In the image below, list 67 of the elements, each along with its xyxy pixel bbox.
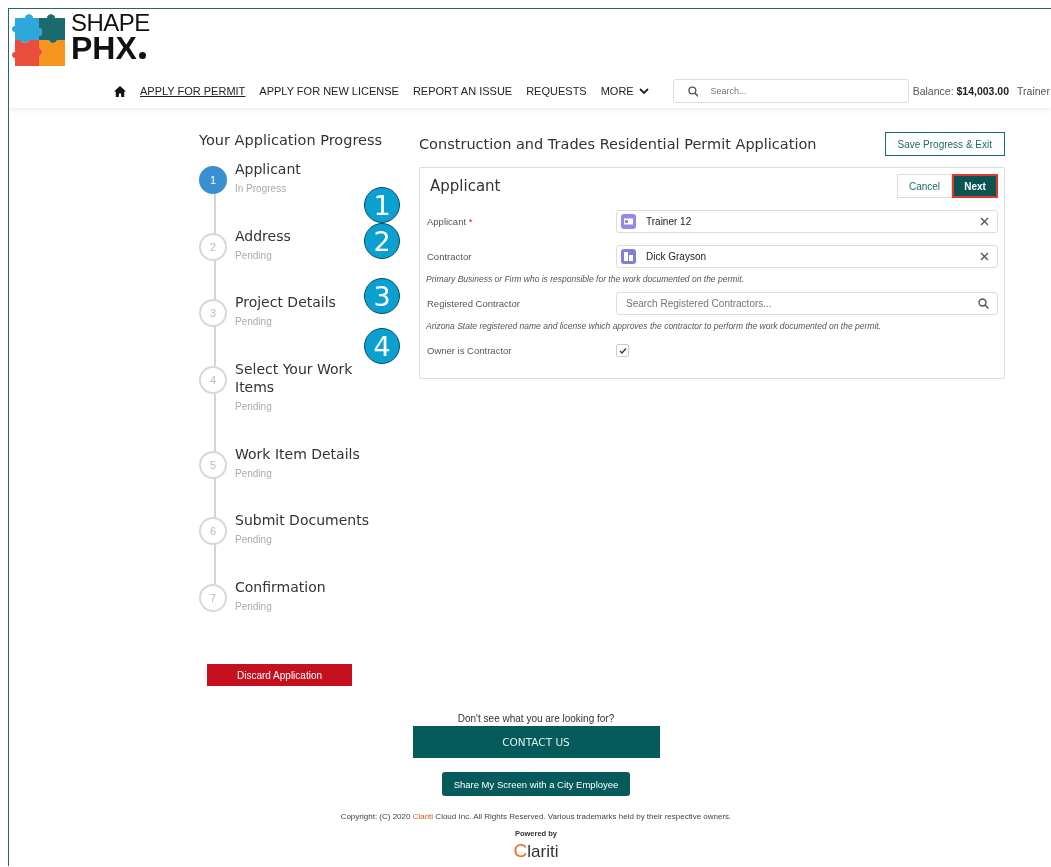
- logo-text: SHAPE PHX: [71, 12, 150, 63]
- search-icon: [687, 85, 699, 97]
- form-title: Construction and Trades Residential Permit Application: [419, 136, 817, 152]
- callout-number: 1: [364, 187, 400, 223]
- nav-link[interactable]: APPLY FOR PERMIT: [140, 85, 246, 97]
- chevron-down-icon: [638, 87, 649, 95]
- next-button[interactable]: Next: [952, 174, 998, 198]
- callout-number: 4: [364, 328, 400, 364]
- step-title[interactable]: Submit Documents: [235, 511, 369, 529]
- clear-icon[interactable]: [980, 252, 989, 261]
- section-title: Applicant: [429, 177, 501, 195]
- nav-link[interactable]: REQUESTS: [526, 85, 587, 97]
- step-status: Pending: [235, 400, 272, 412]
- step-status: Pending: [235, 600, 272, 612]
- share-screen-button[interactable]: Share My Screen with a City Employee: [441, 772, 631, 796]
- checkbox[interactable]: [616, 344, 629, 357]
- help-text: Arizona State registered name and license which approves the contractor to perform the work documented on the permit.: [426, 321, 882, 331]
- help-text: Primary Business or Firm who is responsible for the work documented on the permit.: [426, 274, 745, 284]
- help-question: Don't see what you are looking for?: [457, 713, 615, 724]
- step-title[interactable]: Confirmation: [235, 577, 326, 596]
- discard-button[interactable]: Discard Application: [207, 664, 352, 686]
- save-exit-button[interactable]: Save Progress & Exit: [884, 132, 1005, 156]
- progress-title: Your Application Progress: [199, 132, 384, 148]
- step-title[interactable]: Project Details: [235, 293, 336, 311]
- step-number: 1: [199, 166, 227, 194]
- step-number: 6: [199, 517, 227, 545]
- brand-logo: Clariti: [513, 840, 559, 862]
- search-field[interactable]: Search Registered Contractors...: [616, 292, 998, 315]
- step-status: Pending: [235, 249, 272, 261]
- step-number: 5: [199, 450, 227, 479]
- field-label: Owner is Contractor: [426, 345, 513, 356]
- nav-link[interactable]: REPORT AN ISSUE: [412, 85, 513, 97]
- user-name[interactable]: Trainer: [1017, 85, 1050, 97]
- clear-icon[interactable]: [980, 217, 989, 226]
- callout-number: 3: [364, 278, 400, 314]
- search-field[interactable]: Search...: [672, 79, 909, 103]
- step-title[interactable]: Address: [235, 226, 291, 245]
- lookup-field[interactable]: Trainer 12: [616, 210, 998, 233]
- clariti-link[interactable]: Clariti: [412, 812, 434, 821]
- step-number: 7: [199, 583, 227, 612]
- nav-link[interactable]: APPLY FOR NEW LICENSE: [259, 85, 399, 97]
- step-status: Pending: [235, 467, 272, 479]
- step-number: 3: [199, 299, 227, 327]
- step-number: 2: [199, 232, 227, 261]
- step-number: 4: [199, 365, 227, 394]
- field-label: Applicant *: [426, 216, 474, 227]
- search-icon: [978, 298, 989, 309]
- step-status: Pending: [235, 316, 272, 327]
- step-status: Pending: [235, 534, 272, 545]
- field-label: Contractor: [426, 251, 473, 262]
- nav-link[interactable]: MORE: [600, 85, 649, 97]
- contact-button[interactable]: CONTACT US: [412, 726, 660, 758]
- step-status: In Progress: [235, 183, 287, 194]
- home-icon[interactable]: [114, 85, 126, 97]
- balance-text: Balance: $14,003.00: [912, 85, 1010, 97]
- field-label: Registered Contractor: [426, 298, 521, 309]
- lookup-field[interactable]: Dick Grayson: [616, 245, 998, 268]
- checkmark-icon: [618, 346, 627, 355]
- callout-number: 2: [364, 223, 400, 259]
- step-title[interactable]: Applicant: [235, 160, 301, 178]
- step-title[interactable]: Work Item Details: [235, 444, 360, 463]
- cancel-button[interactable]: Cancel: [897, 174, 952, 198]
- contact-card-icon: [621, 214, 636, 229]
- copyright-text: Copyright: (C) 2020 Clariti Cloud Inc. All Rights Reserved. Various trademarks held by their respective owners.: [340, 812, 732, 821]
- building-icon: [621, 249, 636, 264]
- search-field[interactable]: Search Registered Contractors...: [621, 297, 968, 310]
- search-field[interactable]: Search...: [708, 85, 908, 97]
